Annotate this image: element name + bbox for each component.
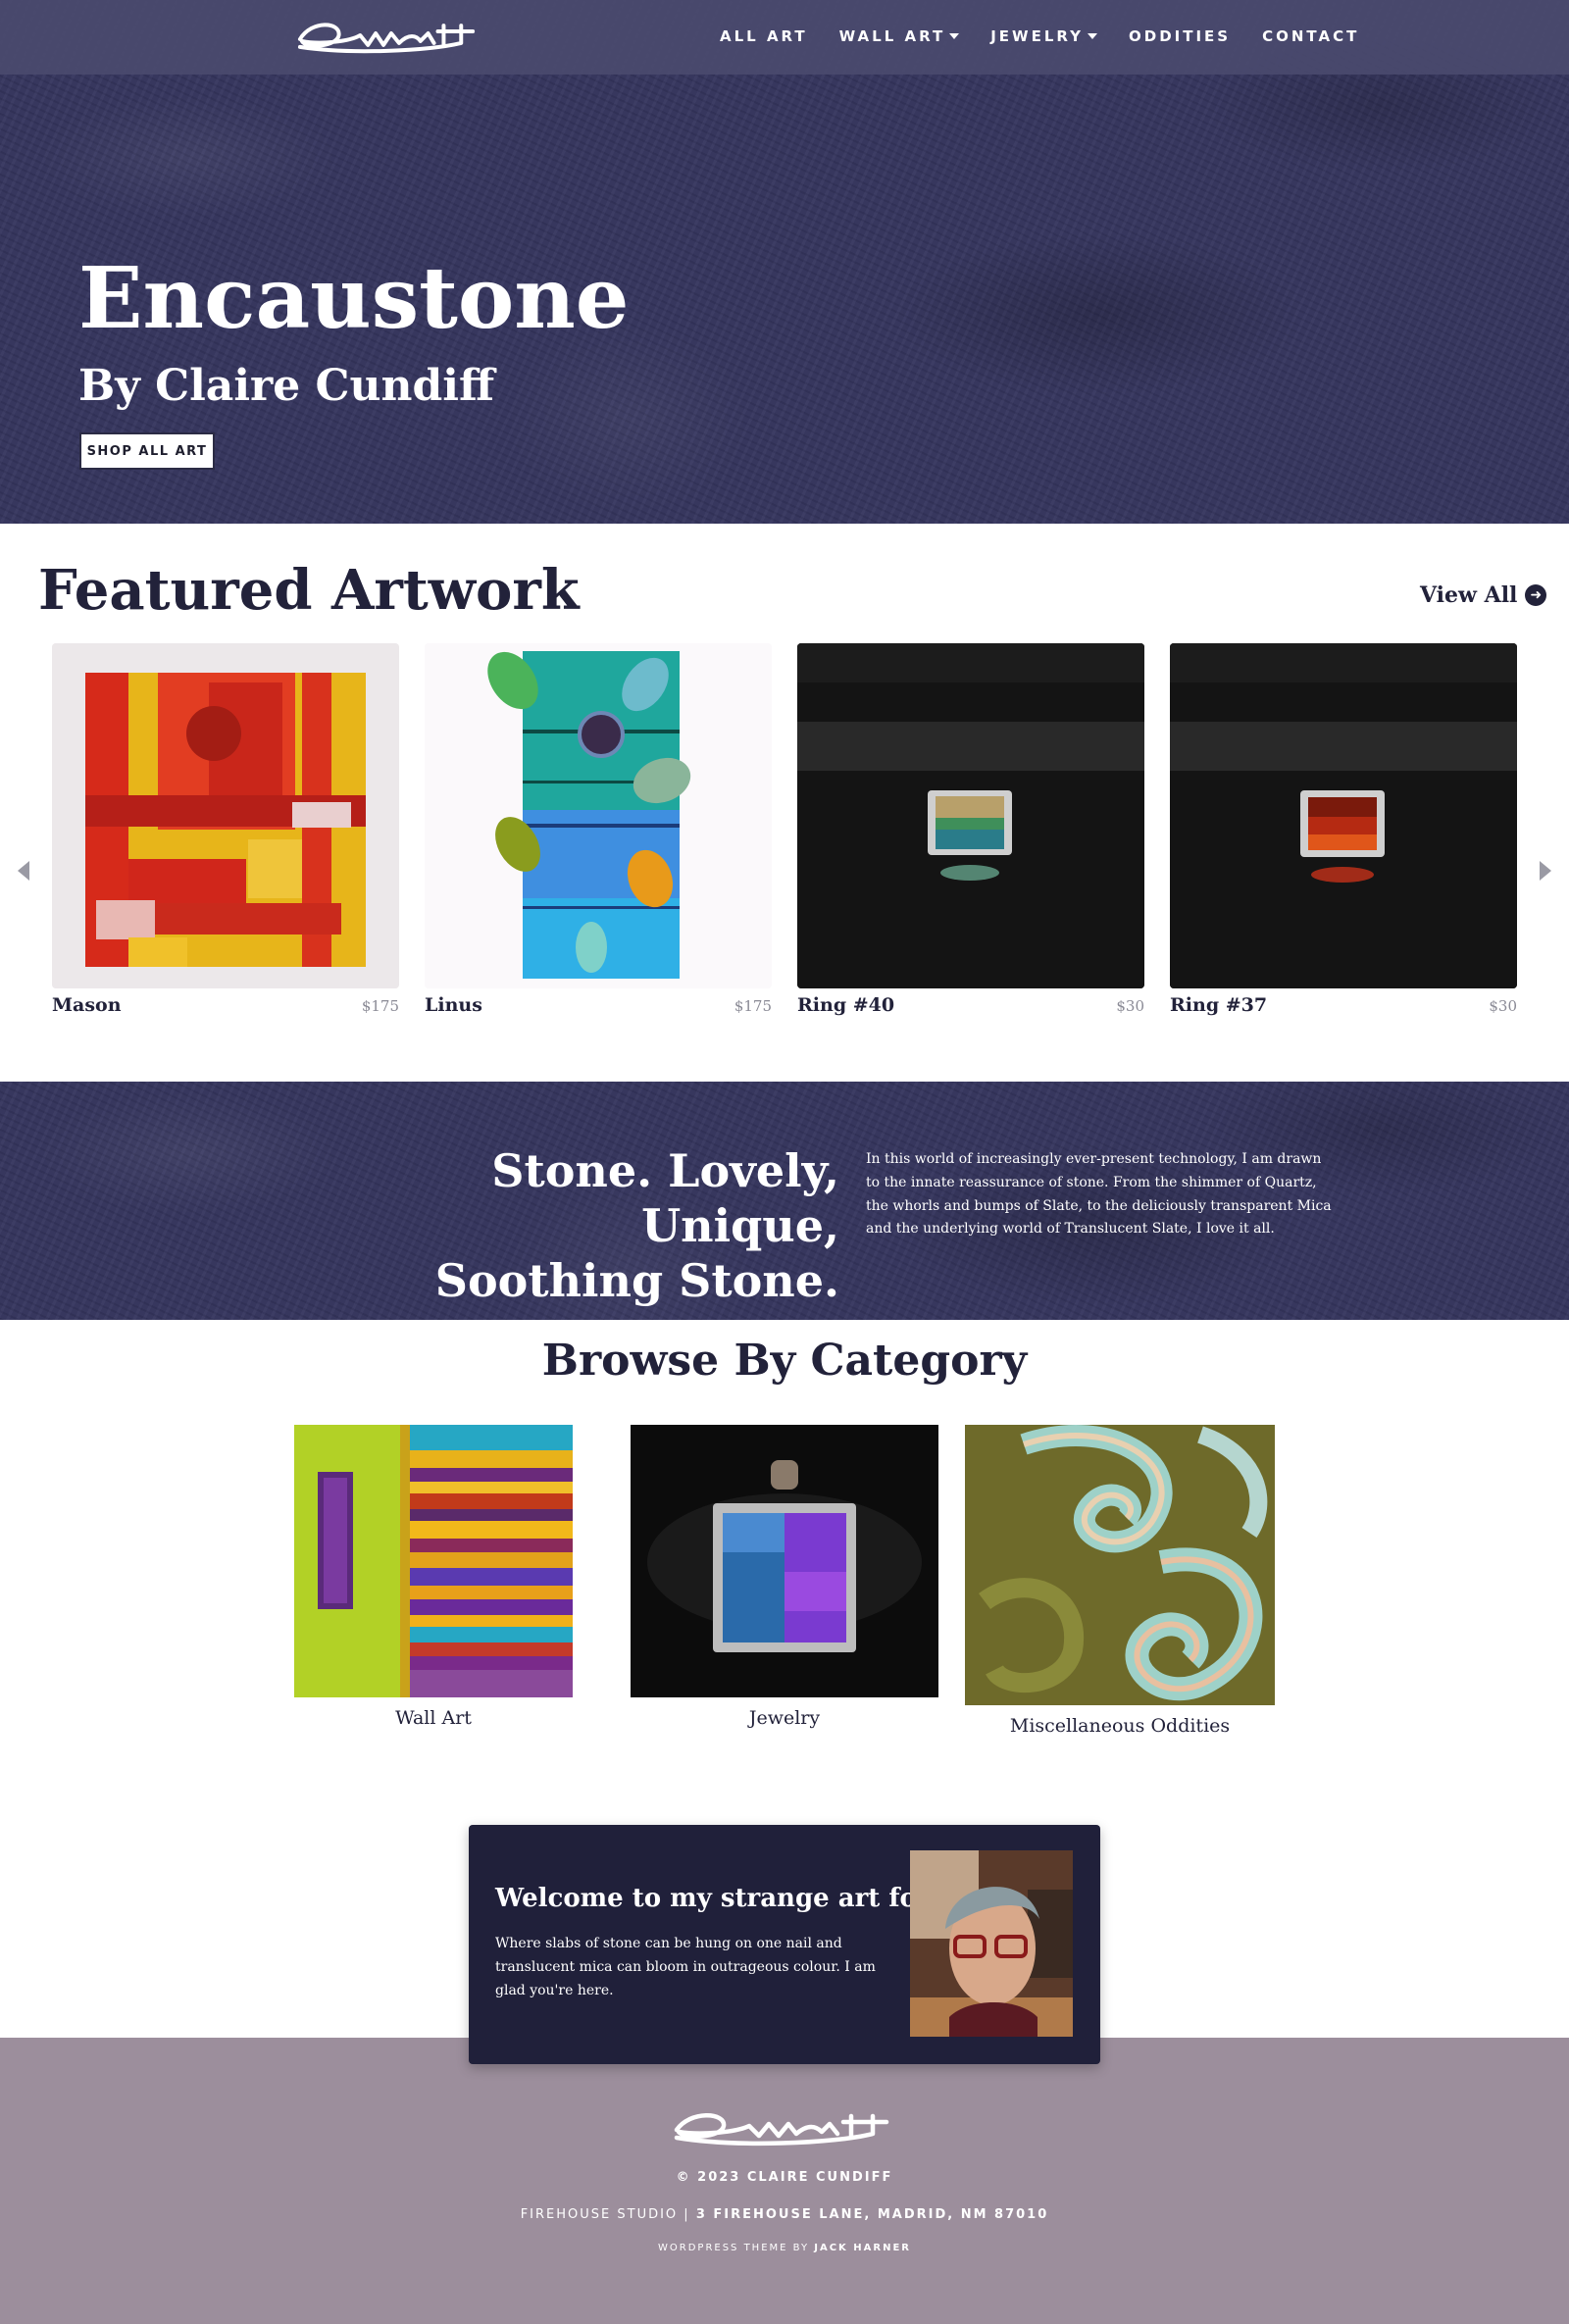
nav-menu: ALL ART WALL ART JEWELRY ODDITIES CONTAC… (720, 27, 1391, 45)
welcome-text: Where slabs of stone can be hung on one … (495, 1936, 876, 1998)
product-price: $30 (1489, 997, 1517, 1015)
category-label[interactable]: Wall Art (294, 1707, 573, 1729)
product-price: $175 (734, 997, 772, 1015)
browse-by-category-heading: Browse By Category (541, 1336, 1028, 1386)
hero-section: Encaustone By Claire Cundiff SHOP ALL AR… (0, 0, 1569, 524)
footer-copyright: © 2023 CLAIRE CUNDIFF (676, 2170, 893, 2185)
mason-artwork (52, 643, 399, 988)
category-jewelry[interactable]: Jewelry (631, 1425, 938, 1729)
product-image[interactable] (797, 643, 1144, 988)
product-name[interactable]: Mason (52, 994, 122, 1016)
top-navigation: ALL ART WALL ART JEWELRY ODDITIES CONTAC… (0, 0, 1569, 75)
nav-item-oddities[interactable]: ODDITIES (1129, 27, 1231, 45)
product-name[interactable]: Ring #40 (797, 994, 894, 1016)
category-label[interactable]: Miscellaneous Oddities (965, 1715, 1275, 1737)
band-paragraph: In this world of increasingly ever-prese… (866, 1151, 1332, 1238)
caret-down-icon (1088, 33, 1097, 39)
category-image[interactable] (965, 1425, 1275, 1705)
hero-title: Encaustone (78, 249, 630, 348)
product-card-ring-37[interactable]: Ring #37 $30 (1170, 643, 1517, 1016)
footer-theme-credit: WORDPRESS THEME BY JACK HARNER (0, 2243, 1569, 2253)
caret-down-icon (949, 33, 960, 39)
product-info: Mason $175 (52, 994, 399, 1016)
category-wall-art[interactable]: Wall Art (294, 1425, 573, 1729)
featured-artwork-heading: Featured Artwork (38, 558, 580, 623)
oddities-thumbnail (965, 1425, 1275, 1705)
ring-40-photo (797, 643, 1144, 988)
band-heading-line: Soothing Stone. (434, 1254, 839, 1308)
theme-author-link[interactable]: JACK HARNER (814, 2243, 911, 2253)
product-card-ring-40[interactable]: Ring #40 $30 (797, 643, 1144, 1016)
footer-street-address: 3 FIREHOUSE LANE, MADRID, NM 87010 (695, 2207, 1049, 2222)
footer-address: FIREHOUSE STUDIO | 3 FIREHOUSE LANE, MAD… (0, 2207, 1569, 2222)
chevron-left-icon[interactable] (18, 861, 29, 881)
chevron-right-icon[interactable] (1540, 861, 1551, 881)
view-all-link[interactable]: View All ➜ (1420, 582, 1547, 608)
linus-artwork (425, 643, 772, 988)
nav-item-wall-art[interactable]: WALL ART (839, 27, 960, 45)
product-info: Ring #37 $30 (1170, 994, 1517, 1016)
nav-item-contact[interactable]: CONTACT (1262, 27, 1359, 45)
welcome-card: Welcome to my strange art form. Where sl… (469, 1825, 1100, 2064)
product-price: $175 (361, 997, 399, 1015)
welcome-title: Welcome to my strange art form. (495, 1884, 967, 1913)
nav-item-label: WALL ART (838, 27, 946, 45)
portrait-photo (910, 1850, 1073, 2037)
product-info: Linus $175 (425, 994, 772, 1016)
wall-art-thumbnail (294, 1425, 573, 1697)
band-heading: Stone. Lovely, Unique, Soothing Stone. (294, 1143, 839, 1308)
artist-portrait (910, 1850, 1073, 2037)
category-image[interactable] (631, 1425, 938, 1697)
product-image[interactable] (52, 643, 399, 988)
product-card-linus[interactable]: Linus $175 (425, 643, 772, 1016)
category-image[interactable] (294, 1425, 573, 1697)
nav-item-all-art[interactable]: ALL ART (720, 27, 808, 45)
ring-37-photo (1170, 643, 1517, 988)
arrow-circle-right-icon: ➜ (1525, 584, 1547, 606)
theme-credit-prefix: WORDPRESS THEME BY (658, 2243, 815, 2253)
nav-item-label: ALL ART (720, 27, 808, 45)
shop-all-art-button[interactable]: SHOP ALL ART (79, 432, 215, 470)
signature-logo[interactable] (292, 12, 486, 59)
product-image[interactable] (1170, 643, 1517, 988)
category-label[interactable]: Jewelry (631, 1707, 938, 1729)
band-heading-line: Stone. Lovely, Unique, (491, 1144, 839, 1253)
nav-item-label: CONTACT (1262, 27, 1360, 45)
nav-item-jewelry[interactable]: JEWELRY (990, 27, 1097, 45)
product-card-mason[interactable]: Mason $175 (52, 643, 399, 1016)
product-image[interactable] (425, 643, 772, 988)
nav-item-label: JEWELRY (990, 27, 1084, 45)
product-info: Ring #40 $30 (797, 994, 1144, 1016)
jewelry-thumbnail (631, 1425, 938, 1697)
hero-subtitle: By Claire Cundiff (78, 361, 495, 411)
footer-signature-logo[interactable] (667, 2100, 902, 2151)
nav-item-label: ODDITIES (1129, 27, 1232, 45)
product-name[interactable]: Ring #37 (1170, 994, 1267, 1016)
product-price: $30 (1116, 997, 1144, 1015)
category-oddities[interactable]: Miscellaneous Oddities (965, 1425, 1275, 1737)
product-name[interactable]: Linus (425, 994, 482, 1016)
footer-studio: FIREHOUSE STUDIO | (520, 2207, 696, 2222)
view-all-label: View All (1420, 582, 1518, 608)
